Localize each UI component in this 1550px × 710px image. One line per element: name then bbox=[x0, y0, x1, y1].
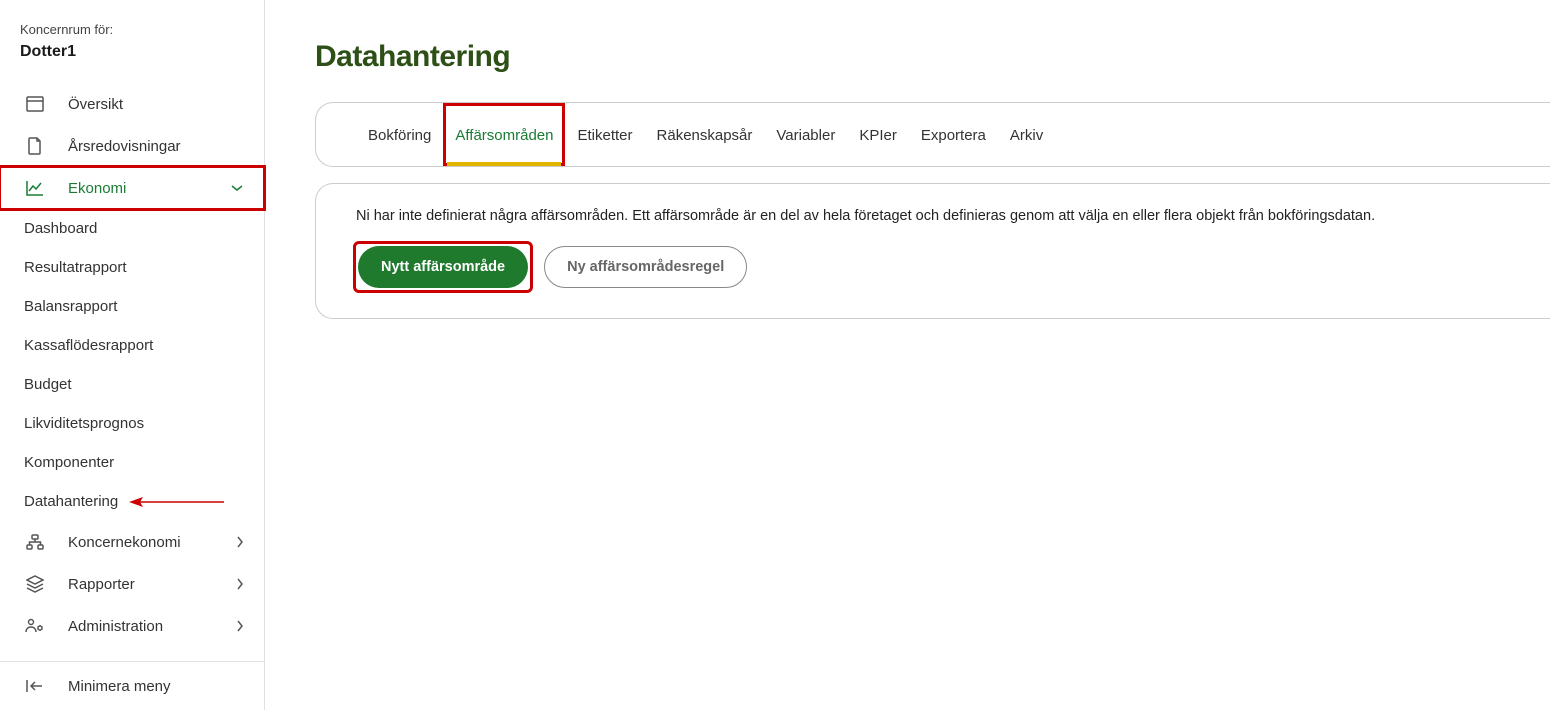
nav-subitem-datahantering[interactable]: Datahantering bbox=[0, 482, 264, 521]
chevron-right-icon bbox=[236, 535, 244, 549]
sidebar-nav: Översikt Årsredovisningar Ekonomi Dashbo… bbox=[0, 73, 264, 661]
sidebar-header-label: Koncernrum för: bbox=[20, 22, 244, 37]
document-icon bbox=[24, 137, 46, 155]
nav-subitem-balansrapport[interactable]: Balansrapport bbox=[0, 287, 264, 326]
nav-subitem-dashboard[interactable]: Dashboard bbox=[0, 209, 264, 248]
chevron-right-icon bbox=[236, 619, 244, 633]
nav-label: Rapporter bbox=[68, 576, 236, 593]
tabs-panel: Bokföring Affärsområden Etiketter Räkens… bbox=[315, 102, 1550, 167]
nav-subitem-komponenter[interactable]: Komponenter bbox=[0, 443, 264, 482]
sidebar-company-name: Dotter1 bbox=[20, 43, 244, 61]
main-content: Datahantering Bokföring Affärsområden Et… bbox=[265, 0, 1550, 710]
new-business-area-rule-button[interactable]: Ny affärsområdesregel bbox=[544, 246, 747, 288]
window-icon bbox=[24, 95, 46, 113]
nav-label: Ekonomi bbox=[68, 180, 230, 197]
layers-icon bbox=[24, 575, 46, 593]
nav-item-oversikt[interactable]: Översikt bbox=[0, 83, 264, 125]
users-gear-icon bbox=[24, 617, 46, 635]
nav-sub-ekonomi: Dashboard Resultatrapport Balansrapport … bbox=[0, 209, 264, 521]
collapse-icon bbox=[24, 677, 46, 695]
chevron-right-icon bbox=[236, 577, 244, 591]
nav-item-rapporter[interactable]: Rapporter bbox=[0, 563, 264, 605]
sidebar: Koncernrum för: Dotter1 Översikt Årsredo… bbox=[0, 0, 265, 710]
nav-item-arsredovisningar[interactable]: Årsredovisningar bbox=[0, 125, 264, 167]
nav-label: Minimera meny bbox=[68, 678, 244, 695]
new-business-area-button[interactable]: Nytt affärsområde bbox=[358, 246, 528, 288]
primary-button-highlight: Nytt affärsområde bbox=[356, 244, 530, 290]
tab-arkiv[interactable]: Arkiv bbox=[998, 103, 1055, 166]
tab-rakenskapsar[interactable]: Räkenskapsår bbox=[645, 103, 765, 166]
tab-kpier[interactable]: KPIer bbox=[847, 103, 909, 166]
nav-label: Årsredovisningar bbox=[68, 138, 244, 155]
org-chart-icon bbox=[24, 533, 46, 551]
nav-subitem-budget[interactable]: Budget bbox=[0, 365, 264, 404]
nav-subitem-kassaflodesrapport[interactable]: Kassaflödesrapport bbox=[0, 326, 264, 365]
content-panel: Ni har inte definierat några affärsområd… bbox=[315, 183, 1550, 319]
page-title: Datahantering bbox=[315, 40, 1550, 74]
nav-label: Översikt bbox=[68, 96, 244, 113]
tab-variabler[interactable]: Variabler bbox=[764, 103, 847, 166]
nav-item-administration[interactable]: Administration bbox=[0, 605, 264, 647]
tab-etiketter[interactable]: Etiketter bbox=[565, 103, 644, 166]
tab-bokforing[interactable]: Bokföring bbox=[356, 103, 443, 166]
tab-exportera[interactable]: Exportera bbox=[909, 103, 998, 166]
chevron-down-icon bbox=[230, 184, 244, 192]
nav-label: Koncernekonomi bbox=[68, 534, 236, 551]
nav-item-koncernekonomi[interactable]: Koncernekonomi bbox=[0, 521, 264, 563]
nav-item-minimize[interactable]: Minimera meny bbox=[0, 662, 264, 710]
sidebar-header: Koncernrum för: Dotter1 bbox=[0, 0, 264, 73]
empty-state-text: Ni har inte definierat några affärsområd… bbox=[356, 208, 1510, 224]
nav-subitem-resultatrapport[interactable]: Resultatrapport bbox=[0, 248, 264, 287]
chart-line-icon bbox=[24, 179, 46, 197]
nav-label: Administration bbox=[68, 618, 236, 635]
nav-subitem-likviditetsprognos[interactable]: Likviditetsprognos bbox=[0, 404, 264, 443]
tabs-row: Bokföring Affärsområden Etiketter Räkens… bbox=[316, 103, 1550, 166]
annotation-arrow-icon bbox=[129, 495, 224, 509]
nav-sub-label: Datahantering bbox=[24, 493, 118, 510]
nav-item-ekonomi[interactable]: Ekonomi bbox=[0, 167, 264, 209]
tab-affarsomraden[interactable]: Affärsområden bbox=[443, 103, 565, 166]
button-row: Nytt affärsområde Ny affärsområdesregel bbox=[356, 244, 1510, 290]
sidebar-footer: Minimera meny bbox=[0, 661, 264, 710]
